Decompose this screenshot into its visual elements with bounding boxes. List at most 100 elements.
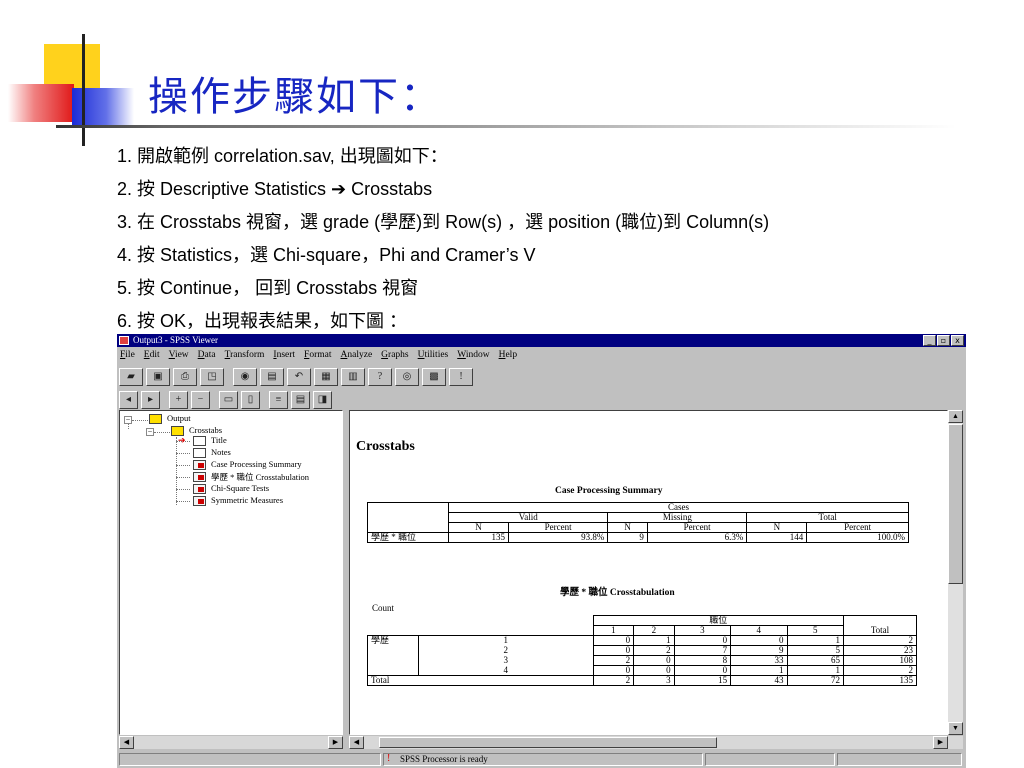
crosstab-table: 職位 Total 1 2 3 4 5 學歷 1 0 1 0 0 1 2 2 0 … <box>367 615 917 686</box>
valid-header: Valid <box>447 512 609 523</box>
window-titlebar[interactable]: Output3 - SPSS Viewer _ ▫ x <box>117 334 966 347</box>
missing-n-header: N <box>607 522 648 533</box>
cell: 2 <box>843 635 917 646</box>
app-icon[interactable] <box>119 336 129 345</box>
cell: 135 <box>448 532 509 543</box>
outline-scroll-left-icon[interactable]: ◀ <box>119 736 134 749</box>
demote-icon[interactable]: ▸ <box>141 391 160 409</box>
table-row: 2 0 2 7 9 5 23 <box>368 645 917 656</box>
maximize-button[interactable]: ▫ <box>937 335 950 346</box>
step-4: 4. 按 Statistics，選 Chi-square，Phi and Cra… <box>117 245 536 265</box>
variables-icon[interactable]: ? <box>368 368 392 386</box>
cell: 2 <box>592 675 635 686</box>
menu-analyze[interactable]: Analyze <box>338 348 379 362</box>
insert-cases-icon[interactable]: ▩ <box>422 368 446 386</box>
processor-status-icon: ! <box>387 753 391 764</box>
goto-chart-icon[interactable]: ▥ <box>341 368 365 386</box>
cell: 135 <box>843 675 917 686</box>
tree-item-case-processing-summary[interactable]: Case Processing Summary <box>211 459 302 469</box>
outline-horizontal-scrollbar[interactable] <box>119 736 343 749</box>
cell: 43 <box>730 675 788 686</box>
content-scroll-left-icon[interactable]: ◀ <box>349 736 364 749</box>
promote-icon[interactable]: ◂ <box>119 391 138 409</box>
output-book-icon <box>149 414 162 424</box>
notes-doc-icon <box>193 448 206 458</box>
menu-utilities[interactable]: Utilities <box>415 348 455 362</box>
print-icon[interactable]: ⎙ <box>173 368 197 386</box>
designate-window-icon[interactable]: ! <box>449 368 473 386</box>
insert-text-icon[interactable]: ◨ <box>313 391 332 409</box>
menu-graphs[interactable]: Graphs <box>378 348 414 362</box>
row-label: 2 <box>418 645 594 656</box>
pane-splitter[interactable] <box>344 410 348 749</box>
scroll-up-icon[interactable]: ▲ <box>948 410 963 423</box>
cell: 5 <box>786 645 845 656</box>
tree-item-notes[interactable]: Notes <box>211 447 231 457</box>
collapse-crosstabs-icon[interactable]: − <box>146 428 154 436</box>
count-label: Count <box>372 603 395 613</box>
print-preview-icon[interactable]: ◳ <box>200 368 224 386</box>
collapse-icon[interactable]: − <box>191 391 210 409</box>
cell: 7 <box>673 645 732 656</box>
cell: 108 <box>843 655 917 666</box>
cell: 0 <box>592 645 635 656</box>
menu-window[interactable]: Window <box>454 348 495 362</box>
tree-item-crosstabulation[interactable]: 學歷 * 職位 Crosstabulation <box>211 471 309 483</box>
tree-item-crosstabs[interactable]: Crosstabs <box>189 425 222 435</box>
menu-file[interactable]: File <box>117 348 141 362</box>
total-row-label: Total <box>367 675 594 686</box>
column-header: 2 <box>633 625 675 636</box>
content-horizontal-scroll-thumb[interactable] <box>379 737 717 748</box>
expand-icon[interactable]: + <box>169 391 188 409</box>
cell: 0 <box>633 665 675 676</box>
cell: 65 <box>786 655 845 666</box>
cell: 1 <box>786 635 845 646</box>
status-text: SPSS Processor is ready <box>400 754 488 764</box>
outline-scroll-right-icon[interactable]: ▶ <box>328 736 343 749</box>
step-3: 3. 在 Crosstabs 視窗，選 grade (學歷)到 Row(s) ，… <box>117 212 770 232</box>
crosstabs-heading: Crosstabs <box>356 439 415 454</box>
tree-item-output[interactable]: Output <box>167 413 191 423</box>
cell: 72 <box>786 675 845 686</box>
find-icon[interactable]: ◎ <box>395 368 419 386</box>
save-icon[interactable]: ▣ <box>146 368 170 386</box>
menu-view[interactable]: View <box>166 348 195 362</box>
goto-data-icon[interactable]: ▦ <box>314 368 338 386</box>
missing-header: Missing <box>607 512 748 523</box>
menu-help[interactable]: Help <box>496 348 523 362</box>
menu-edit[interactable]: Edit <box>141 348 166 362</box>
undo-icon[interactable]: ↶ <box>287 368 311 386</box>
collapse-output-icon[interactable]: − <box>124 416 132 424</box>
export-icon[interactable]: ◉ <box>233 368 257 386</box>
close-button[interactable]: x <box>951 335 964 346</box>
status-bar: ! SPSS Processor is ready <box>117 751 966 768</box>
minimize-button[interactable]: _ <box>923 335 936 346</box>
hide-icon[interactable]: ▯ <box>241 391 260 409</box>
cell: 144 <box>746 532 808 543</box>
menu-transform[interactable]: Transform <box>222 348 271 362</box>
column-header: 3 <box>673 625 732 636</box>
cell: 0 <box>592 635 635 646</box>
valid-percent-header: Percent <box>507 522 609 533</box>
scroll-down-icon[interactable]: ▼ <box>948 722 963 735</box>
cell: 1 <box>633 635 675 646</box>
insert-heading-icon[interactable]: ≡ <box>269 391 288 409</box>
menu-data[interactable]: Data <box>195 348 222 362</box>
spss-viewer-window: Output3 - SPSS Viewer _ ▫ x File Edit Vi… <box>117 334 966 768</box>
tree-item-chi-square-tests[interactable]: Chi-Square Tests <box>211 483 269 493</box>
open-folder-icon[interactable]: ▰ <box>119 368 143 386</box>
content-vertical-scroll-thumb[interactable] <box>948 424 963 584</box>
menu-insert[interactable]: Insert <box>270 348 301 362</box>
tree-item-symmetric-measures[interactable]: Symmetric Measures <box>211 495 283 505</box>
table-row: Total 2 3 15 43 72 135 <box>367 675 917 686</box>
show-icon[interactable]: ▭ <box>219 391 238 409</box>
tree-item-title[interactable]: Title <box>211 435 227 445</box>
step-5: 5. 按 Continue， 回到 Crosstabs 視窗 <box>117 278 419 298</box>
menu-format[interactable]: Format <box>301 348 337 362</box>
dialog-recall-icon[interactable]: ▤ <box>260 368 284 386</box>
row-label: 3 <box>418 655 594 666</box>
title-doc-icon <box>193 436 206 446</box>
insert-title-icon[interactable]: ▤ <box>291 391 310 409</box>
total-column-header: Total <box>843 615 917 636</box>
content-scroll-right-icon[interactable]: ▶ <box>933 736 948 749</box>
